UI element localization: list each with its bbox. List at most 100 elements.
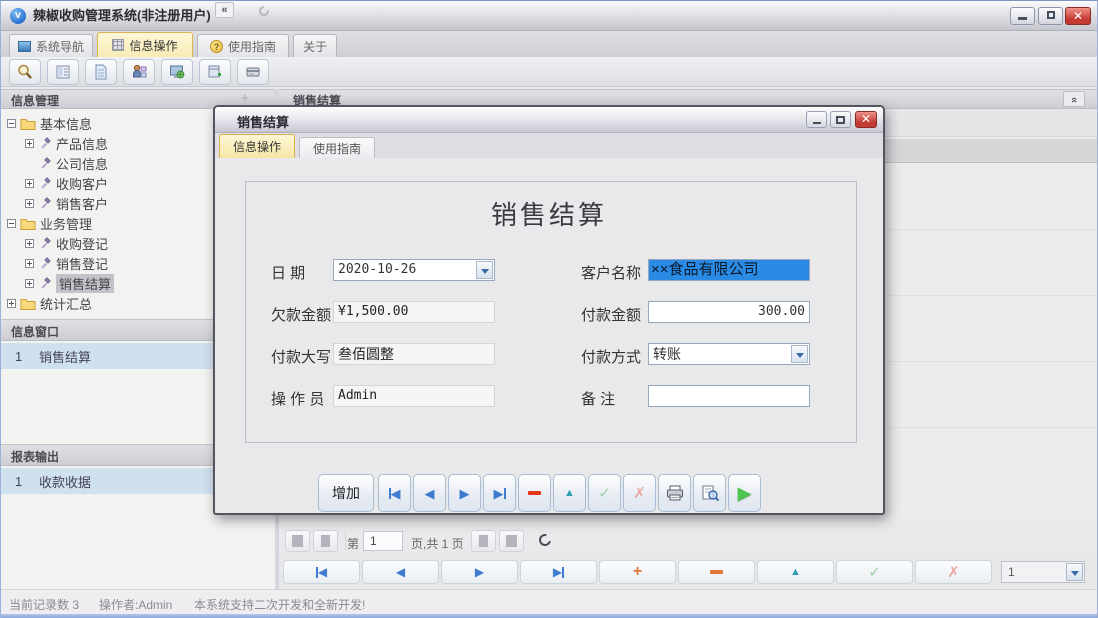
caps-field[interactable]: 叁佰圆整 [333,343,495,365]
record-prev-button[interactable]: ◀ [362,560,439,584]
dialog-tab-user-guide[interactable]: 使用指南 [299,137,375,158]
record-next-button[interactable]: ▶ [441,560,518,584]
chevron-down-icon[interactable] [476,261,493,279]
record-cancel-button[interactable]: ✗ [915,560,992,584]
record-edit-button[interactable]: ▲ [757,560,834,584]
debt-field[interactable]: ¥1,500.00 [333,301,495,323]
tab-about[interactable]: 关于 [293,34,337,57]
app-logo-icon: v [10,8,26,24]
tree-node-label: 产品信息 [56,134,108,153]
nav-square-icon [18,41,31,52]
expand-box-icon[interactable] [25,199,34,208]
date-label: 日 期 [271,262,305,283]
card-button[interactable] [237,59,269,85]
window-close-button[interactable]: ✕ [1065,7,1091,25]
panel-collapse-up-button[interactable]: « [1063,91,1085,107]
operator-value: Admin [338,388,377,403]
tree-node-label: 销售客户 [56,194,108,213]
print-button[interactable] [658,474,691,512]
last-record-button[interactable]: ▶ [483,474,516,512]
window-minimize-button[interactable] [1010,7,1035,25]
date-combobox[interactable]: 2020-10-26 [333,259,495,281]
expand-box-icon[interactable] [7,299,16,308]
dialog-maximize-button[interactable] [830,111,851,128]
dialog-tab-info-operation[interactable]: 信息操作 [219,134,295,158]
document-button[interactable] [85,59,117,85]
next-record-button[interactable]: ▶ [448,474,481,512]
record-confirm-button[interactable]: ✓ [836,560,913,584]
status-bar: 当前记录数 3 操作者:Admin 本系统支持二次开发和全新开发! [1,589,1098,615]
delete-button[interactable] [518,474,551,512]
customer-label: 客户名称 [581,262,641,283]
method-combobox[interactable]: 转账 [648,343,810,365]
database-add-icon [206,63,224,81]
record-add-button[interactable]: + [599,560,676,584]
tool-icon [38,156,52,170]
tree-node-label: 收购客户 [56,174,108,193]
item-label: 销售结算 [39,347,91,366]
record-count-select[interactable]: 1 [1001,561,1085,583]
caps-value: 叁佰圆整 [338,346,394,362]
tree-node-label: 公司信息 [56,154,108,173]
triangle-up-icon: ▲ [564,488,575,499]
dialog-titlebar[interactable]: 销售结算 ✕ [215,107,883,133]
main-tabbar: 系统导航 信息操作 ? 使用指南 关于 [1,31,1097,57]
record-first-button[interactable]: ◀ [283,560,360,584]
collapse-box-icon[interactable] [7,219,16,228]
record-delete-button[interactable] [678,560,755,584]
collapse-box-icon[interactable] [7,119,16,128]
page-next-button[interactable]: ▶ [471,530,496,552]
page-number-input[interactable] [363,531,403,551]
edit-button[interactable]: ▲ [553,474,586,512]
date-value: 2020-10-26 [338,262,416,277]
cancel-button[interactable]: ✗ [623,474,656,512]
record-last-button[interactable]: ▶ [520,560,597,584]
debt-label: 欠款金额 [271,304,331,325]
expand-box-icon[interactable] [25,279,34,288]
prev-record-button[interactable]: ◀ [413,474,446,512]
payment-field[interactable]: 300.00 [648,301,810,323]
customer-value: ××食品有限公司 [651,261,759,278]
dialog-minimize-button[interactable] [806,111,827,128]
minus-icon [528,491,541,495]
print-preview-button[interactable] [693,474,726,512]
database-add-button[interactable] [199,59,231,85]
tree-node-label: 业务管理 [40,214,92,233]
page-first-button[interactable]: ◀ [285,530,310,552]
run-button[interactable]: ▶ [728,474,761,512]
tool-icon [38,176,52,190]
expand-box-icon[interactable] [25,179,34,188]
expand-box-icon[interactable] [25,239,34,248]
page-prev-button[interactable]: ◀ [313,530,338,552]
check-icon: ✓ [598,486,611,501]
operator-field[interactable]: Admin [333,385,495,407]
report-output-header-label: 报表输出 [11,450,59,464]
tab-label: 关于 [303,38,327,55]
tab-user-guide[interactable]: ? 使用指南 [197,34,289,57]
user-button[interactable] [123,59,155,85]
page-last-button[interactable]: ▶ [499,530,524,552]
tab-info-operation[interactable]: 信息操作 [97,32,193,57]
expand-box-icon[interactable] [25,259,34,268]
record-toolbar: ◀ ◀ ▶ ▶ + ▲ ✓ ✗ 1 [279,557,1098,587]
dialog-close-button[interactable]: ✕ [855,111,877,128]
window-restore-button[interactable] [1038,7,1063,25]
method-value: 转账 [653,346,681,362]
expand-box-icon[interactable] [25,139,34,148]
add-button[interactable]: 增加 [318,474,374,512]
check-icon: ✓ [868,565,881,580]
tab-system-navigation[interactable]: 系统导航 [9,34,93,57]
monitor-button[interactable] [161,59,193,85]
confirm-button[interactable]: ✓ [588,474,621,512]
add-icon-disabled: + [241,90,249,105]
main-toolbar [1,57,1097,87]
refresh-icon[interactable] [537,532,553,548]
chevron-down-icon[interactable] [1066,563,1083,581]
chevron-down-icon[interactable] [791,345,808,363]
remark-field[interactable] [648,385,810,407]
sidebar-collapse-button[interactable]: « [215,2,234,18]
customer-field[interactable]: ××食品有限公司 [648,259,810,281]
first-record-button[interactable]: ◀ [378,474,411,512]
search-button[interactable] [9,59,41,85]
form-button[interactable] [47,59,79,85]
